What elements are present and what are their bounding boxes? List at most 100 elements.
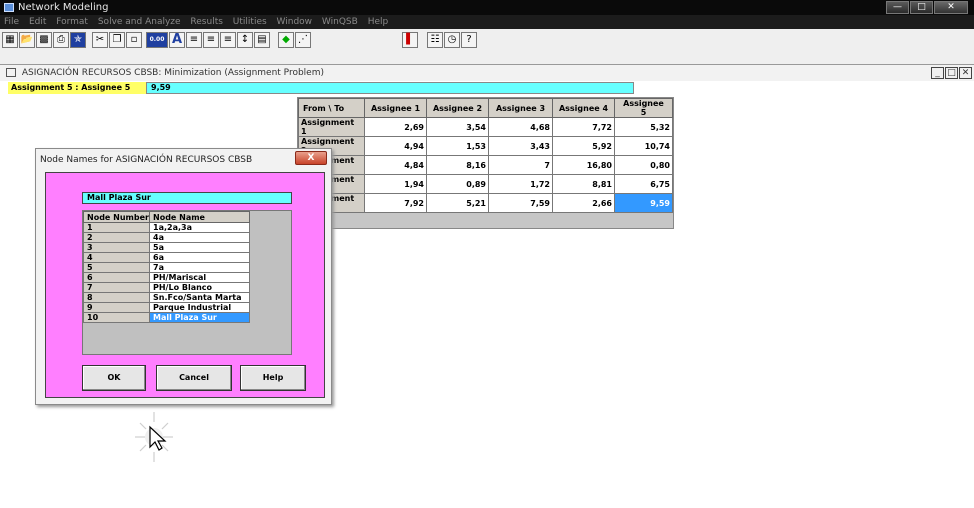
- grid-cell[interactable]: 5,21: [426, 193, 489, 213]
- menu-solve-analyze[interactable]: Solve and Analyze: [98, 17, 181, 27]
- maximize-button[interactable]: □: [910, 1, 933, 14]
- grid-cell[interactable]: 7,92: [364, 193, 427, 213]
- grid-cell[interactable]: 7: [488, 155, 553, 175]
- table-row: 2 4a: [83, 232, 250, 243]
- align-left-icon[interactable]: ≡: [186, 32, 202, 48]
- column-width-icon[interactable]: ↕: [237, 32, 253, 48]
- clock-icon[interactable]: ◷: [444, 32, 460, 48]
- menu-winqsb[interactable]: WinQSB: [322, 17, 358, 27]
- doc-restore-button[interactable]: □: [945, 67, 958, 79]
- help-icon[interactable]: ?: [461, 32, 477, 48]
- column-header: Assignee 3: [488, 98, 553, 118]
- cancel-button[interactable]: Cancel: [156, 365, 232, 391]
- grid-cell[interactable]: 5,92: [552, 136, 615, 156]
- chart-icon[interactable]: ▌: [402, 32, 418, 48]
- table-row: 4 6a: [83, 252, 250, 263]
- node-name[interactable]: PH/Mariscal: [149, 272, 250, 283]
- grid-icon[interactable]: ▦: [2, 32, 18, 48]
- grid-cell[interactable]: 3,43: [488, 136, 553, 156]
- node-number: 6: [83, 272, 150, 283]
- grid-cell[interactable]: 2,66: [552, 193, 615, 213]
- node-name[interactable]: 1a,2a,3a: [149, 222, 250, 233]
- table-row: 9 Parque Industrial: [83, 302, 250, 313]
- grid-cell[interactable]: 0,89: [426, 174, 489, 194]
- paste-icon[interactable]: ▫: [126, 32, 142, 48]
- table-row: 5 7a: [83, 262, 250, 273]
- node-name[interactable]: 5a: [149, 242, 250, 253]
- column-header: Assignee 5: [614, 98, 673, 118]
- app-icon: [4, 3, 14, 12]
- grid-corner: From \ To: [298, 98, 365, 118]
- grid-cell[interactable]: 8,16: [426, 155, 489, 175]
- grid-cell[interactable]: 8,81: [552, 174, 615, 194]
- grid-cell[interactable]: 1,72: [488, 174, 553, 194]
- grid-cell[interactable]: 5,32: [614, 117, 673, 137]
- grid-cell[interactable]: 1,94: [364, 174, 427, 194]
- selected-node-name[interactable]: Mall Plaza Sur: [149, 312, 250, 323]
- table-row: 10 Mall Plaza Sur: [83, 312, 250, 323]
- node-name[interactable]: Parque Industrial: [149, 302, 250, 313]
- selected-grid-cell[interactable]: 9,59: [614, 193, 673, 213]
- solve-icon[interactable]: ◆: [278, 32, 294, 48]
- grid-cell[interactable]: 1,53: [426, 136, 489, 156]
- window-title: Network Modeling: [18, 2, 109, 13]
- number-format-icon[interactable]: 0.00: [146, 32, 168, 48]
- grid-cell[interactable]: 16,80: [552, 155, 615, 175]
- grid-cell[interactable]: 4,68: [488, 117, 553, 137]
- grid-cell[interactable]: 3,54: [426, 117, 489, 137]
- node-number: 8: [83, 292, 150, 303]
- menu-help[interactable]: Help: [368, 17, 389, 27]
- menu-utilities[interactable]: Utilities: [233, 17, 267, 27]
- table-row: Assignment 1 2,69 3,54 4,68 7,72 5,32: [298, 117, 673, 137]
- doc-minimize-button[interactable]: _: [931, 67, 944, 79]
- special-icon[interactable]: ✯: [70, 32, 86, 48]
- node-number: 9: [83, 302, 150, 313]
- font-icon[interactable]: A: [169, 32, 185, 48]
- help-button[interactable]: Help: [240, 365, 306, 391]
- menu-format[interactable]: Format: [56, 17, 88, 27]
- node-number: 3: [83, 242, 150, 253]
- graph-icon[interactable]: ⋰: [295, 32, 311, 48]
- ok-button[interactable]: OK: [82, 365, 146, 391]
- menu-results[interactable]: Results: [190, 17, 223, 27]
- node-name[interactable]: 4a: [149, 232, 250, 243]
- grid-cell[interactable]: 6,75: [614, 174, 673, 194]
- grid-cell[interactable]: 7,72: [552, 117, 615, 137]
- grid-cell[interactable]: 10,74: [614, 136, 673, 156]
- menu-file[interactable]: File: [4, 17, 19, 27]
- align-right-icon[interactable]: ≡: [220, 32, 236, 48]
- mouse-cursor-icon: [135, 412, 173, 462]
- minimize-button[interactable]: —: [886, 1, 909, 14]
- node-name[interactable]: 7a: [149, 262, 250, 273]
- node-name[interactable]: PH/Lo Blanco: [149, 282, 250, 293]
- align-center-icon[interactable]: ≡: [203, 32, 219, 48]
- menu-window[interactable]: Window: [277, 17, 313, 27]
- row-height-icon[interactable]: ▤: [254, 32, 270, 48]
- node-name[interactable]: 6a: [149, 252, 250, 263]
- document-title: ASIGNACIÓN RECURSOS CBSB: Minimization (…: [21, 68, 324, 78]
- copy-icon[interactable]: ❐: [109, 32, 125, 48]
- node-name[interactable]: Sn.Fco/Santa Marta: [149, 292, 250, 303]
- node-name-input[interactable]: Mall Plaza Sur: [82, 192, 292, 204]
- grid-cell[interactable]: 2,69: [364, 117, 427, 137]
- cell-edit-field[interactable]: 9,59: [146, 82, 634, 94]
- grid-cell[interactable]: 7,59: [488, 193, 553, 213]
- grid-cell[interactable]: 4,84: [364, 155, 427, 175]
- save-icon[interactable]: ▩: [36, 32, 52, 48]
- dialog-close-button[interactable]: X: [295, 151, 327, 165]
- menu-edit[interactable]: Edit: [29, 17, 46, 27]
- grid-cell[interactable]: 4,94: [364, 136, 427, 156]
- table-row: 6 PH/Mariscal: [83, 272, 250, 283]
- close-button[interactable]: ✕: [934, 1, 968, 14]
- cut-icon[interactable]: ✂: [92, 32, 108, 48]
- node-number: 10: [83, 312, 150, 323]
- table-icon[interactable]: ☷: [427, 32, 443, 48]
- table-row: Assignment 5 7,92 5,21 7,59 2,66 9,59: [298, 193, 673, 213]
- print-icon[interactable]: ⎙: [53, 32, 69, 48]
- grid-cell[interactable]: 0,80: [614, 155, 673, 175]
- doc-close-button[interactable]: ✕: [959, 67, 972, 79]
- node-number: 1: [83, 222, 150, 233]
- table-row: 7 PH/Lo Blanco: [83, 282, 250, 293]
- open-icon[interactable]: 📂: [19, 32, 35, 48]
- node-names-dialog: Node Names for ASIGNACIÓN RECURSOS CBSB …: [35, 148, 332, 405]
